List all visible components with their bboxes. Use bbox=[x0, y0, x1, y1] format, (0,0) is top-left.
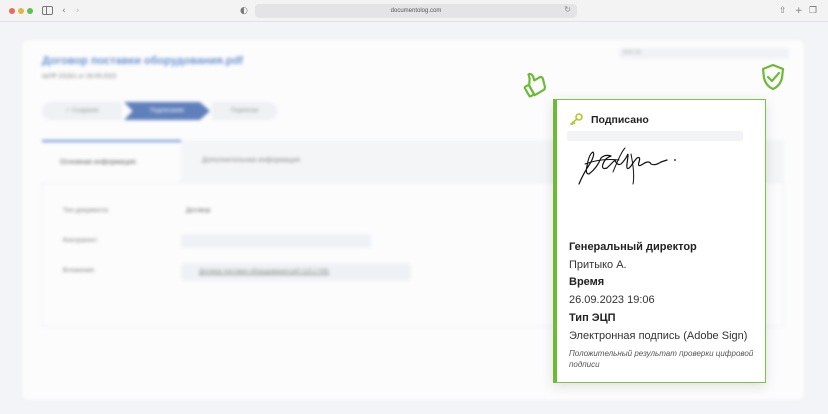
signature-placeholder-bar bbox=[567, 131, 743, 141]
shield-check-icon bbox=[761, 63, 785, 91]
signature-type-label: Тип ЭЦП bbox=[569, 312, 616, 324]
browser-toolbar: ‹ › ◐ documentolog.com ↻ ⇧ + ❐ bbox=[0, 0, 828, 22]
attachment-link[interactable]: Договор поставки оборудования.pdf (115.2… bbox=[181, 263, 411, 281]
step-signed: Подписан bbox=[212, 102, 277, 120]
close-window-button[interactable] bbox=[9, 8, 15, 14]
tabs-overview-icon[interactable]: ❐ bbox=[809, 5, 817, 17]
url-text: documentolog.com bbox=[390, 8, 442, 14]
privacy-shield-icon[interactable]: ◐ bbox=[240, 5, 248, 17]
back-icon[interactable]: ‹ bbox=[62, 5, 66, 17]
key-icon bbox=[570, 113, 583, 125]
step-created: ✓ Создание bbox=[42, 102, 122, 120]
doc-type-label: Тип документа: bbox=[63, 207, 110, 214]
workflow-steps: ✓ Создание Подписание Подписан bbox=[42, 102, 277, 120]
counterparty-field[interactable] bbox=[181, 234, 371, 248]
document-title[interactable]: Договор поставки оборудования.pdf bbox=[42, 55, 243, 67]
tab-additional-info[interactable]: Дополнительная информация bbox=[184, 140, 364, 182]
forward-icon[interactable]: › bbox=[76, 5, 80, 17]
verification-note: Положительный результат проверки цифрово… bbox=[569, 349, 754, 369]
thumbs-up-icon bbox=[523, 72, 547, 98]
share-icon[interactable]: ⇧ bbox=[779, 5, 787, 17]
minimize-window-button[interactable] bbox=[18, 8, 24, 14]
address-bar[interactable]: documentolog.com ↻ bbox=[255, 4, 577, 18]
doc-type-value: Договор bbox=[186, 207, 211, 214]
signer-name: Притыко А. bbox=[569, 259, 627, 271]
handwritten-signature bbox=[578, 147, 676, 185]
sidebar-toggle-icon[interactable] bbox=[42, 6, 53, 15]
reload-icon[interactable]: ↻ bbox=[564, 5, 571, 14]
signature-type: Электронная подпись (Adobe Sign) bbox=[569, 330, 748, 342]
signing-time: 26.09.2023 19:06 bbox=[569, 294, 655, 306]
tab-main-info[interactable]: Основная информация bbox=[42, 140, 181, 182]
attachments-label: Вложения: bbox=[63, 267, 96, 274]
time-label: Время bbox=[569, 276, 605, 288]
maximize-window-button[interactable] bbox=[27, 8, 33, 14]
signature-info-card: Подписано Генеральный директор Притыко А… bbox=[553, 99, 766, 383]
signer-position: Генеральный директор bbox=[569, 241, 697, 253]
counterparty-label: Контрагент: bbox=[63, 237, 99, 244]
document-number: №ПР 2023/1 от 26.09.2023 bbox=[42, 74, 117, 80]
doc-id-field: DOC ID: bbox=[619, 48, 789, 59]
step-signing: Подписание bbox=[124, 102, 210, 120]
signature-status: Подписано bbox=[591, 114, 649, 126]
new-tab-icon[interactable]: + bbox=[795, 5, 803, 17]
